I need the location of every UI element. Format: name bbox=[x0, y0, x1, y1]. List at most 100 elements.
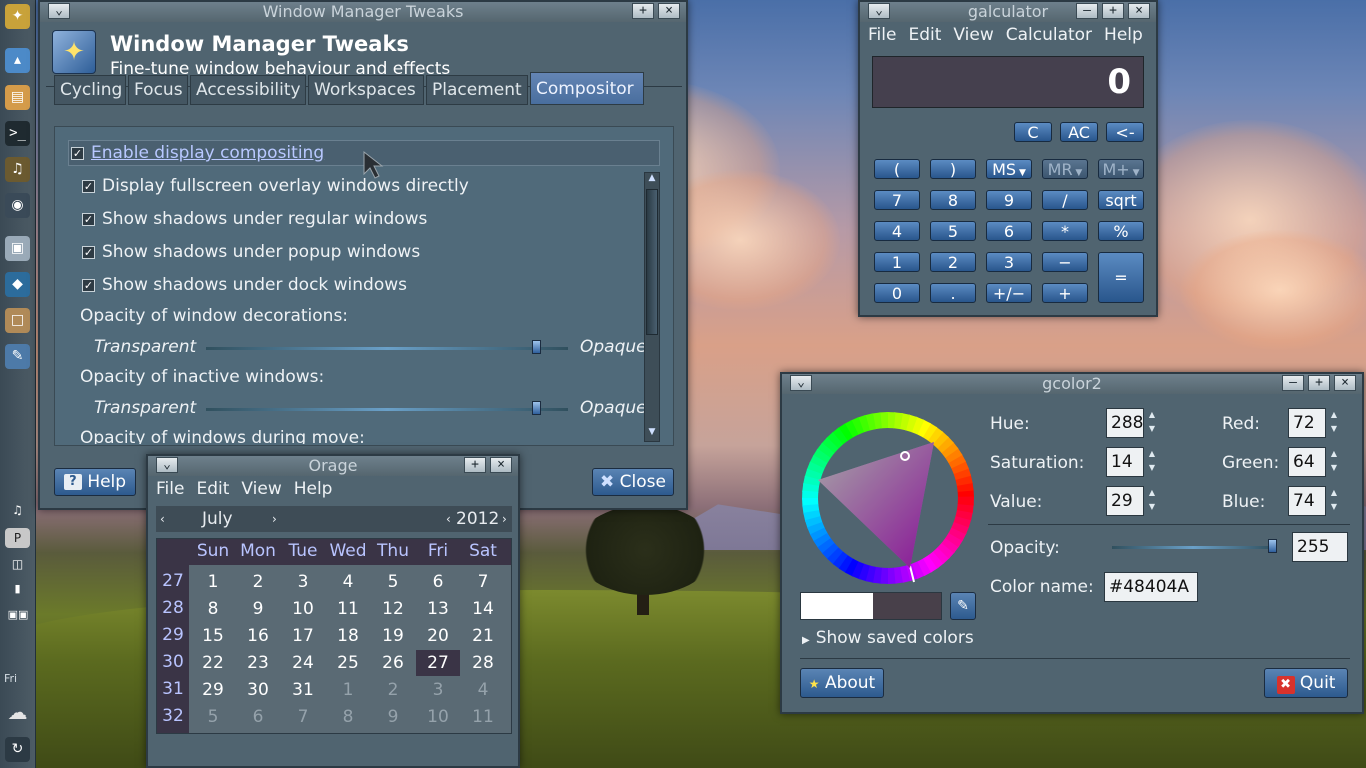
close-icon[interactable]: × bbox=[1128, 3, 1150, 19]
window-launcher-icon[interactable]: ▣ bbox=[5, 236, 30, 261]
calendar-day[interactable]: 19 bbox=[371, 623, 415, 649]
month-label[interactable]: July bbox=[202, 506, 233, 532]
calendar-day[interactable]: 10 bbox=[281, 596, 325, 622]
subtract-button[interactable]: − bbox=[1042, 252, 1088, 272]
calendar-day[interactable]: 21 bbox=[461, 623, 505, 649]
close-button[interactable]: ✖ Close bbox=[592, 468, 674, 496]
calendar-day[interactable]: 6 bbox=[416, 569, 460, 595]
maximize-icon[interactable]: + bbox=[1102, 3, 1124, 19]
memory-recall-button[interactable]: MR ▼ bbox=[1042, 159, 1088, 179]
year-label[interactable]: 2012 bbox=[456, 506, 499, 532]
eyedropper-button[interactable]: ✎ bbox=[950, 592, 976, 620]
options-scrollbar[interactable]: ▲ ▼ bbox=[644, 172, 660, 442]
opacity-slider[interactable] bbox=[1268, 539, 1277, 553]
opacity-input[interactable]: 255 bbox=[1292, 532, 1348, 562]
percent-button[interactable]: % bbox=[1098, 221, 1144, 241]
lparen-button[interactable]: ( bbox=[874, 159, 920, 179]
menu-help[interactable]: Help bbox=[294, 479, 333, 499]
next-month-icon[interactable]: › bbox=[272, 506, 277, 532]
calendar-day[interactable]: 25 bbox=[326, 650, 370, 676]
calendar-day[interactable]: 28 bbox=[461, 650, 505, 676]
weather-icon[interactable]: ☁ bbox=[5, 700, 30, 725]
calendar-day[interactable]: 23 bbox=[236, 650, 280, 676]
calendar-day[interactable]: 29 bbox=[191, 677, 235, 703]
value-stepper[interactable]: ▲ ▼ bbox=[1146, 486, 1158, 516]
calendar-day[interactable]: 4 bbox=[326, 569, 370, 595]
close-icon[interactable]: × bbox=[1334, 375, 1356, 391]
about-button[interactable]: ★ About bbox=[800, 668, 884, 698]
digit-2-button[interactable]: 2 bbox=[930, 252, 976, 272]
blue-stepper[interactable]: ▲ ▼ bbox=[1328, 486, 1340, 516]
tab-compositor[interactable]: Compositor bbox=[530, 72, 644, 105]
calendar-day[interactable]: 3 bbox=[281, 569, 325, 595]
calendar-day[interactable]: 16 bbox=[236, 623, 280, 649]
opacity-decorations-slider[interactable] bbox=[532, 340, 541, 354]
calendar-day[interactable]: 12 bbox=[371, 596, 415, 622]
calendar-day[interactable]: 9 bbox=[236, 596, 280, 622]
network-icon[interactable]: ◫ bbox=[5, 554, 30, 574]
digit-9-button[interactable]: 9 bbox=[986, 190, 1032, 210]
digit-0-button[interactable]: 0 bbox=[874, 283, 920, 303]
window-menu-icon[interactable]: ⌄ bbox=[48, 3, 70, 19]
calendar-day[interactable]: 2 bbox=[236, 569, 280, 595]
value-input[interactable]: 29 bbox=[1106, 486, 1144, 516]
option-shadows-regular[interactable]: ✓ Show shadows under regular windows bbox=[82, 209, 427, 229]
hue-input[interactable]: 288 bbox=[1106, 408, 1144, 438]
option-shadows-dock[interactable]: ✓ Show shadows under dock windows bbox=[82, 275, 407, 295]
shadows-dock-checkbox[interactable]: ✓ bbox=[82, 278, 95, 292]
hue-stepper[interactable]: ▲ ▼ bbox=[1146, 408, 1158, 438]
green-input[interactable]: 64 bbox=[1288, 447, 1326, 477]
calendar-day[interactable]: 7 bbox=[281, 704, 325, 730]
saturation-input[interactable]: 14 bbox=[1106, 447, 1144, 477]
workspace-switcher[interactable]: ▣▣ bbox=[2, 604, 34, 626]
color-name-input[interactable]: #48404A bbox=[1104, 572, 1198, 602]
fullscreen-overlay-checkbox[interactable]: ✓ bbox=[82, 179, 95, 193]
show-saved-colors-toggle[interactable]: ▶ Show saved colors bbox=[802, 628, 974, 648]
tab-placement[interactable]: Placement bbox=[426, 75, 528, 105]
calendar-day[interactable]: 11 bbox=[326, 596, 370, 622]
window-menu-icon[interactable]: ⌄ bbox=[790, 375, 812, 391]
tab-workspaces[interactable]: Workspaces bbox=[308, 75, 424, 105]
scroll-down-icon[interactable]: ▼ bbox=[645, 427, 659, 441]
maximize-icon[interactable]: + bbox=[1308, 375, 1330, 391]
memory-store-button[interactable]: MS ▼ bbox=[986, 159, 1032, 179]
wm-tweaks-titlebar[interactable]: ⌄ Window Manager Tweaks + × bbox=[40, 2, 686, 22]
calendar-day[interactable]: 20 bbox=[416, 623, 460, 649]
calendar-day[interactable]: 8 bbox=[326, 704, 370, 730]
menu-edit[interactable]: Edit bbox=[196, 479, 229, 499]
quit-button[interactable]: ✖ Quit bbox=[1264, 668, 1348, 698]
green-stepper[interactable]: ▲ ▼ bbox=[1328, 447, 1340, 477]
map-launcher-icon[interactable]: ▴ bbox=[5, 48, 30, 73]
calendar-day[interactable]: 7 bbox=[461, 569, 505, 595]
opacity-decorations-track[interactable] bbox=[206, 347, 568, 350]
tab-accessibility[interactable]: Accessibility bbox=[190, 75, 306, 105]
calendar-day[interactable]: 15 bbox=[191, 623, 235, 649]
bird-launcher-icon[interactable]: ✦ bbox=[5, 4, 30, 29]
shadows-regular-checkbox[interactable]: ✓ bbox=[82, 212, 95, 226]
rparen-button[interactable]: ) bbox=[930, 159, 976, 179]
digit-1-button[interactable]: 1 bbox=[874, 252, 920, 272]
sign-button[interactable]: +/− bbox=[986, 283, 1032, 303]
menu-file[interactable]: File bbox=[156, 479, 184, 499]
menu-view[interactable]: View bbox=[241, 479, 281, 499]
settings-launcher-icon[interactable]: ✎ bbox=[5, 344, 30, 369]
calendar-day[interactable]: 30 bbox=[236, 677, 280, 703]
opacity-track[interactable] bbox=[1112, 546, 1274, 549]
opacity-inactive-track[interactable] bbox=[206, 408, 568, 411]
digit-7-button[interactable]: 7 bbox=[874, 190, 920, 210]
battery-icon[interactable]: ▮ bbox=[5, 580, 30, 598]
calendar-day[interactable]: 26 bbox=[371, 650, 415, 676]
calendar-day[interactable]: 9 bbox=[371, 704, 415, 730]
prev-year-icon[interactable]: ‹ bbox=[446, 506, 451, 532]
disc-launcher-icon[interactable]: ◉ bbox=[5, 193, 30, 218]
digit-6-button[interactable]: 6 bbox=[986, 221, 1032, 241]
close-icon[interactable]: × bbox=[490, 457, 512, 473]
volume-icon[interactable]: ♫ bbox=[5, 500, 30, 520]
orage-titlebar[interactable]: ⌄ Orage + × bbox=[148, 456, 518, 476]
calendar-day[interactable]: 24 bbox=[281, 650, 325, 676]
help-button[interactable]: ? Help bbox=[54, 468, 136, 496]
cube-launcher-icon[interactable]: ◆ bbox=[5, 272, 30, 297]
calendar-day[interactable]: 5 bbox=[371, 569, 415, 595]
menu-file[interactable]: File bbox=[868, 25, 896, 45]
calendar-day[interactable]: 8 bbox=[191, 596, 235, 622]
